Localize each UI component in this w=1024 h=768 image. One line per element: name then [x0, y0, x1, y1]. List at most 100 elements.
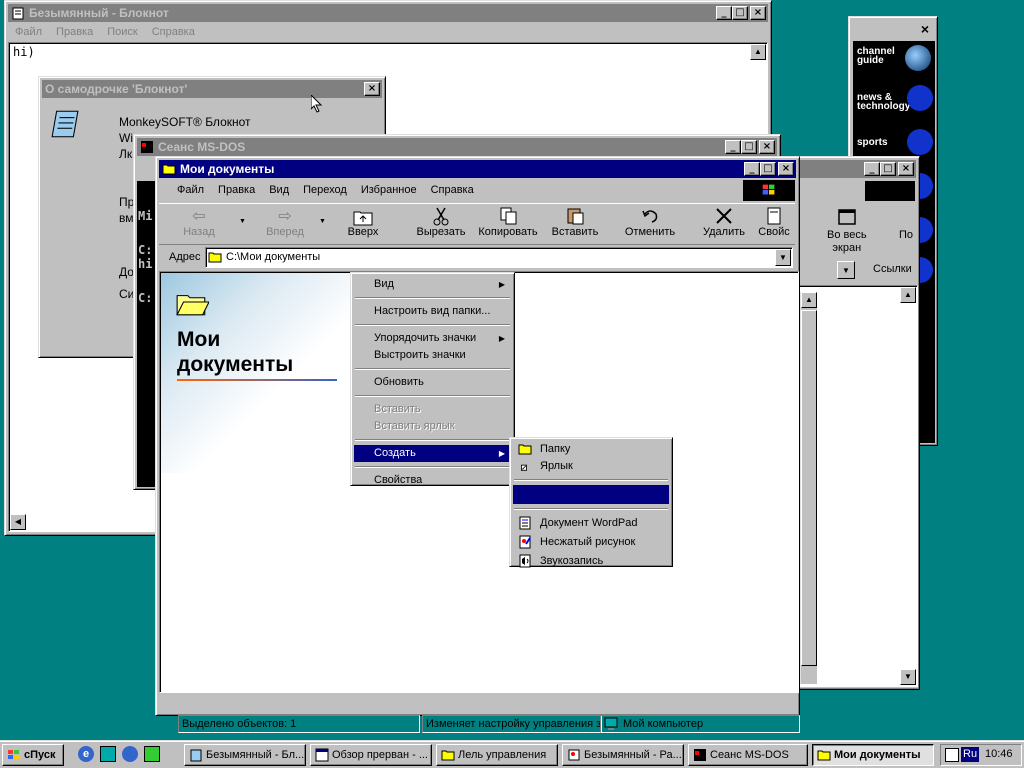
minimize-button[interactable]: _ — [744, 162, 760, 176]
maximize-button[interactable]: □ — [732, 6, 748, 20]
outlook-icon[interactable] — [122, 746, 138, 762]
paste-button[interactable]: Вставить — [540, 204, 610, 238]
language-indicator[interactable]: Ru — [961, 747, 980, 762]
p-button[interactable]: По — [899, 229, 913, 241]
about-line: Лк — [119, 147, 133, 161]
copy-label: Копировать — [478, 226, 538, 238]
clock[interactable]: 10:46 — [985, 748, 1013, 760]
close-button[interactable]: × — [364, 82, 380, 96]
submenu-item-folder[interactable]: Папку — [513, 441, 669, 458]
menu-file[interactable]: Файл — [8, 26, 49, 38]
properties-button[interactable]: Свойс — [753, 204, 795, 238]
windows-logo-icon — [865, 181, 915, 201]
undo-button[interactable]: Отменить — [615, 204, 685, 238]
maximize-button[interactable]: □ — [741, 140, 757, 154]
browser-icon — [315, 748, 329, 762]
task-control-panel[interactable]: Лель управления — [436, 744, 558, 766]
task-browser[interactable]: Обзор прерван - ... — [310, 744, 432, 766]
menu-item-view[interactable]: Вид ▶ — [354, 276, 511, 293]
address-input[interactable]: C:\Мои документы ▼ — [205, 247, 793, 268]
minimize-button[interactable]: _ — [864, 162, 880, 176]
task-label: Мои документы — [834, 749, 921, 761]
ie-icon[interactable]: e — [78, 746, 94, 762]
paste-label: Вставить — [551, 226, 599, 238]
channel-guide-item[interactable]: channel guide — [857, 47, 901, 66]
explorer-titlebar[interactable]: Мои документы _ □ × — [159, 160, 796, 178]
submenu-item-bitmap[interactable]: Несжатый рисунок — [513, 533, 669, 552]
scroll-down-button[interactable]: ▼ — [900, 669, 916, 685]
menu-help[interactable]: Справка — [424, 184, 481, 196]
menu-file[interactable]: Файл — [170, 184, 211, 196]
menu-item-refresh[interactable]: Обновить — [354, 374, 511, 391]
address-dropdown[interactable]: ▼ — [775, 249, 791, 266]
submenu-item-shortcut[interactable]: Ярлык — [513, 458, 669, 475]
scrollbar-track[interactable]: ▲ — [800, 292, 817, 684]
close-button[interactable]: × — [898, 162, 914, 176]
menu-item-line-up[interactable]: Выстроить значки — [354, 347, 511, 364]
submenu-item-highlighted[interactable] — [513, 485, 669, 504]
submenu-item-sound[interactable]: Звукозапись — [513, 552, 669, 571]
scroll-thumb[interactable] — [801, 310, 817, 666]
tray-app-icon[interactable] — [945, 748, 959, 762]
cut-button[interactable]: Вырезать — [406, 204, 476, 238]
about-titlebar[interactable]: О самодрочке 'Блокнот' × — [42, 80, 382, 98]
back-dropdown-icon[interactable]: ▼ — [239, 218, 246, 225]
menu-go[interactable]: Переход — [296, 184, 354, 196]
scroll-left-button[interactable]: ◀ — [10, 514, 26, 530]
notepad-titlebar[interactable]: Безымянный - Блокнот _ □ × — [8, 4, 768, 22]
copy-button[interactable]: Копировать — [473, 204, 543, 238]
address-dropdown[interactable]: ▼ — [837, 261, 855, 279]
close-button[interactable]: × — [750, 6, 766, 20]
create-submenu: Папку Ярлык Документ WordPad Несжатый ри… — [509, 437, 673, 568]
forward-button[interactable]: ⇨ Вперед — [255, 204, 315, 238]
delete-button[interactable]: Удалить — [689, 204, 759, 238]
sports-item[interactable]: sports — [857, 137, 888, 148]
minimize-button[interactable]: _ — [725, 140, 741, 154]
dos-line: C: — [138, 291, 153, 305]
task-msdos[interactable]: Сеанс MS-DOS — [688, 744, 808, 766]
desktop-icon[interactable] — [100, 746, 116, 762]
menu-favorites[interactable]: Избранное — [354, 184, 424, 196]
menu-view[interactable]: Вид — [262, 184, 296, 196]
maximize-button[interactable]: □ — [760, 162, 776, 176]
channels-icon[interactable] — [144, 746, 160, 762]
news-item[interactable]: news & technology — [857, 93, 913, 112]
scroll-up-button[interactable]: ▲ — [900, 287, 916, 303]
menu-item-properties[interactable]: Свойства — [354, 472, 511, 489]
links-button[interactable]: Ссылки — [873, 263, 912, 275]
menu-item-customize[interactable]: Настроить вид папки... — [354, 303, 511, 320]
menu-item-create[interactable]: Создать ▶ — [354, 445, 511, 462]
back-button[interactable]: ⇦ Назад — [169, 204, 229, 238]
start-button[interactable]: сПуск — [2, 744, 64, 766]
task-my-documents[interactable]: Мои документы — [812, 744, 934, 766]
maximize-button[interactable]: □ — [880, 162, 896, 176]
browser-titlebar[interactable]: _ □ × — [794, 160, 916, 178]
close-button[interactable]: × — [778, 162, 794, 176]
forward-dropdown-icon[interactable]: ▼ — [319, 218, 326, 225]
msdos-icon — [141, 141, 153, 153]
msdos-titlebar[interactable]: Сеанс MS-DOS _ □ × — [137, 138, 777, 156]
scroll-up-button[interactable]: ▲ — [750, 44, 766, 60]
menu-edit[interactable]: Правка — [211, 184, 262, 196]
scroll-up-button[interactable]: ▲ — [801, 292, 817, 308]
close-button[interactable]: × — [759, 140, 775, 154]
task-label: Сеанс MS-DOS — [710, 749, 789, 761]
minimize-button[interactable]: _ — [716, 6, 732, 20]
menu-search[interactable]: Поиск — [100, 26, 144, 38]
explorer-toolbar: ⇦ Назад ▼ ⇨ Вперед ▼ Вверх Вырезать Копиро… — [159, 203, 795, 245]
task-notepad[interactable]: Безымянный - Бл... — [184, 744, 306, 766]
up-button[interactable]: Вверх — [333, 204, 393, 238]
task-label: Безымянный - Бл... — [206, 749, 305, 761]
menu-edit[interactable]: Правка — [49, 26, 100, 38]
menu-item-arrange[interactable]: Упорядочить значки ▶ — [354, 330, 511, 347]
paint-icon — [519, 535, 531, 549]
menu-help[interactable]: Справка — [145, 26, 202, 38]
submenu-item-wordpad[interactable]: Документ WordPad — [513, 514, 669, 533]
close-icon[interactable]: × — [921, 21, 929, 37]
task-paint[interactable]: Безымянный - Ра... — [562, 744, 684, 766]
task-label: Лель управления — [458, 749, 547, 761]
panel-title: Мои документы — [177, 327, 293, 377]
about-title: О самодрочке 'Блокнот' — [45, 82, 188, 96]
fullscreen-button[interactable]: Во весь экран — [827, 229, 867, 255]
copy-icon — [500, 207, 517, 225]
